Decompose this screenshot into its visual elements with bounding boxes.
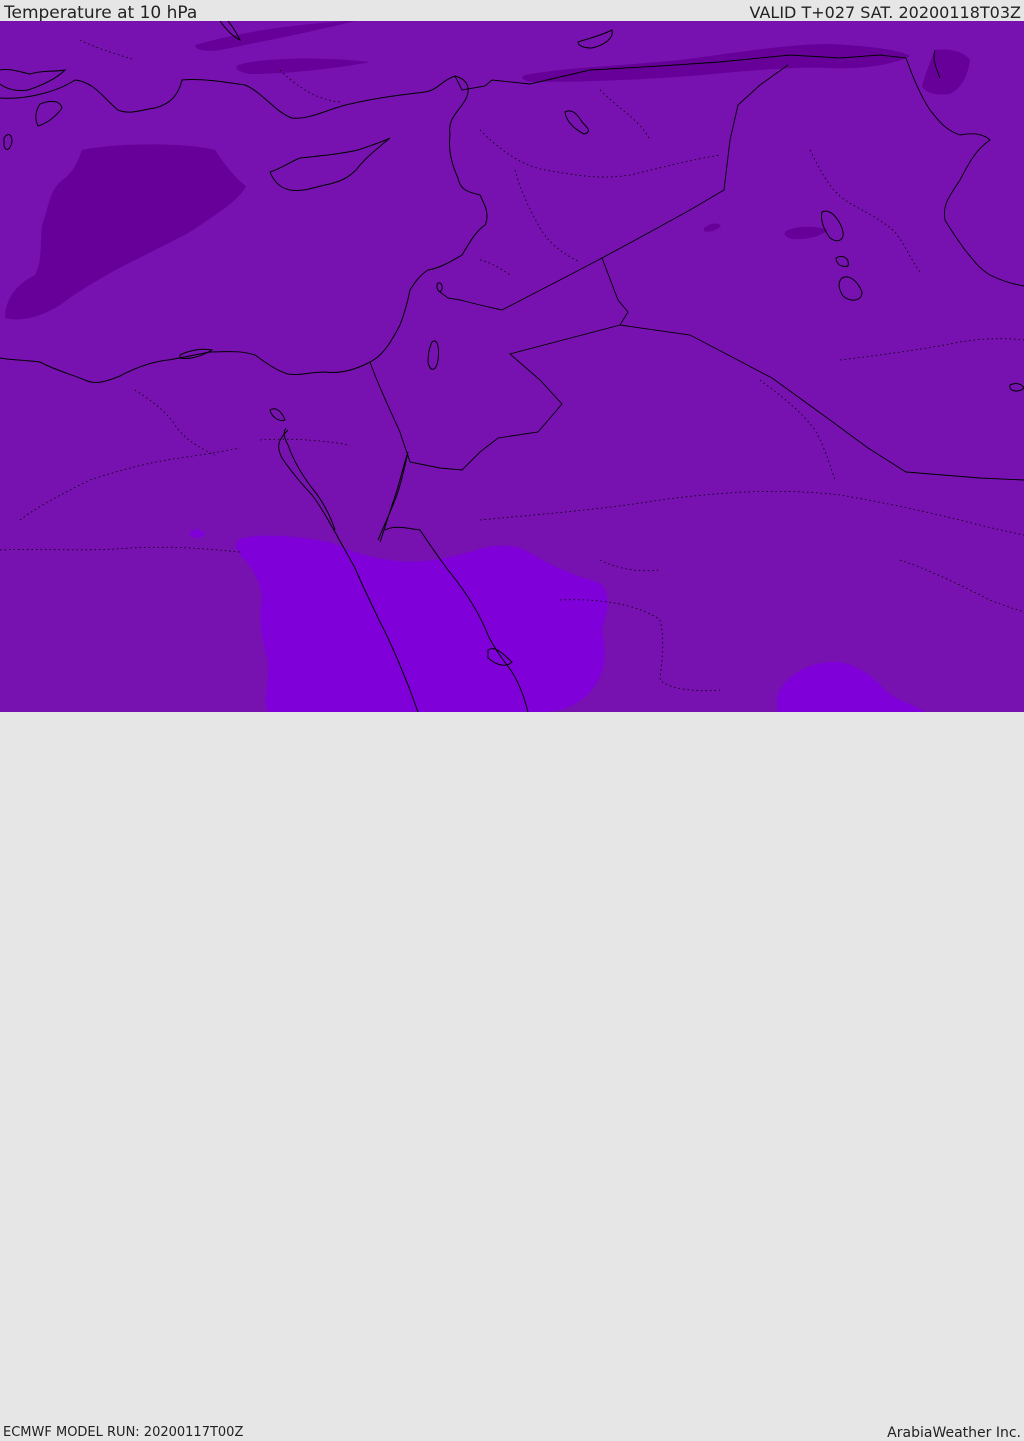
model-run-label: ECMWF MODEL RUN: 20200117T00Z bbox=[3, 1425, 244, 1440]
valid-time-label: VALID T+027 SAT. 20200118T03Z bbox=[749, 3, 1021, 22]
footer-bar: ECMWF MODEL RUN: 20200117T00Z ArabiaWeat… bbox=[0, 712, 1024, 1441]
map-canvas bbox=[0, 21, 1024, 712]
map-title: Temperature at 10 hPa bbox=[4, 3, 198, 23]
credit-label: ArabiaWeather Inc. bbox=[887, 1425, 1021, 1441]
header-bar: Temperature at 10 hPa VALID T+027 SAT. 2… bbox=[0, 0, 1024, 23]
temperature-map[interactable] bbox=[0, 21, 1024, 712]
